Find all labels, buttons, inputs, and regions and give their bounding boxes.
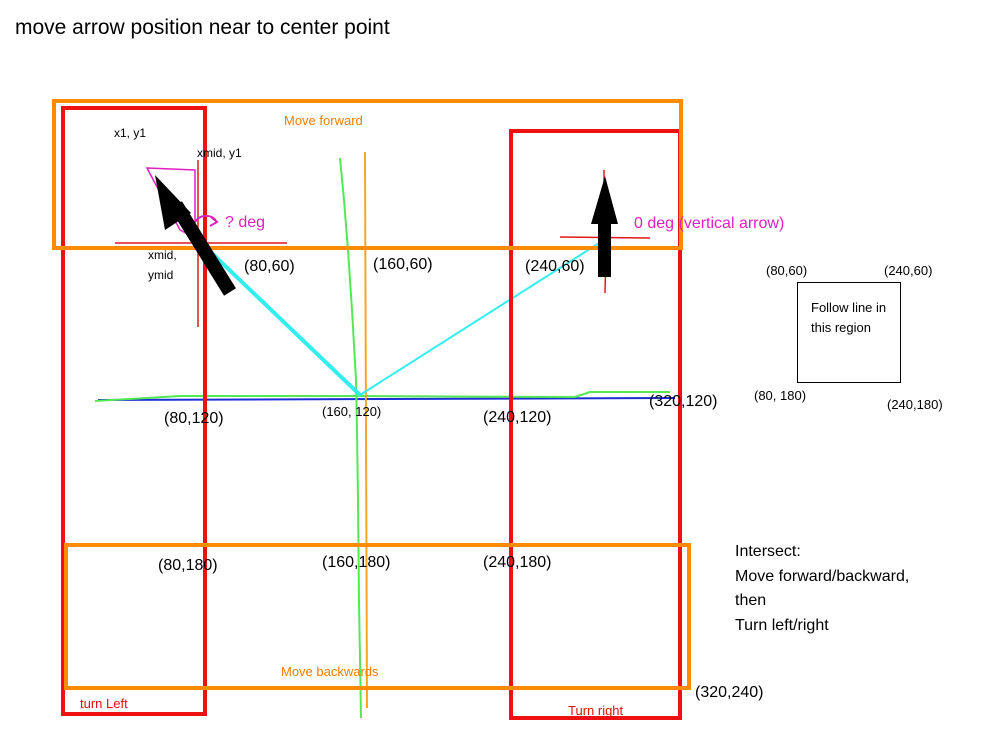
follow-box-top-right-label: (240,60) xyxy=(884,263,933,278)
intersect-note: Intersect: Move forward/backward, then T… xyxy=(735,540,909,638)
intersect-note-line-2: Move forward/backward, xyxy=(735,567,910,585)
horizontal-axis-line xyxy=(97,397,676,401)
move-forward-label: Move forward xyxy=(284,113,363,128)
coord-160-180: (160,180) xyxy=(322,554,391,571)
intersect-note-line-4: Turn left/right xyxy=(735,616,829,634)
intersect-note-line-1: Intersect: xyxy=(735,543,801,560)
follow-box-top-left-label: (80,60) xyxy=(766,263,808,278)
x1-y1-label: x1, y1 xyxy=(114,126,147,140)
vertical-arrow-icon xyxy=(591,176,618,277)
coord-240-60: (240,60) xyxy=(525,258,585,275)
coord-240-180: (240,180) xyxy=(483,554,552,571)
ymid-label: ymid xyxy=(148,268,174,282)
coord-80-60: (80,60) xyxy=(244,258,295,275)
follow-box-text: Follow line in this region xyxy=(811,300,887,335)
unknown-angle-label: ? deg xyxy=(225,214,266,231)
turn-right-label: Turn right xyxy=(568,703,624,718)
xmid-label: xmid, xyxy=(148,248,177,262)
intersect-note-line-3: then xyxy=(735,592,767,609)
zero-angle-label: 0 deg (vertical arrow) xyxy=(634,215,785,232)
coord-160-60: (160,60) xyxy=(373,256,433,273)
orange-vertical-line xyxy=(364,151,368,709)
move-forward-region xyxy=(52,99,683,250)
follow-box-bottom-right-label: (240,180) xyxy=(887,397,943,412)
coord-160-120: (160, 120) xyxy=(322,404,382,419)
angle-arc-arrowhead xyxy=(209,216,219,227)
page-title: move arrow position near to center point xyxy=(15,16,390,39)
green-vertical-line xyxy=(339,157,362,719)
coord-80-120: (80,120) xyxy=(164,410,224,427)
xmid-y1-label: xmid, y1 xyxy=(197,146,242,160)
coord-80-180: (80,180) xyxy=(158,557,218,574)
turn-left-label: turn Left xyxy=(80,696,128,711)
coord-240-120: (240,120) xyxy=(483,409,552,426)
follow-box-bottom-left-label: (80, 180) xyxy=(754,388,807,403)
coord-320-120: (320,120) xyxy=(649,393,718,410)
coord-320-240: (320,240) xyxy=(695,684,764,701)
move-backwards-label: Move backwards xyxy=(281,664,379,679)
